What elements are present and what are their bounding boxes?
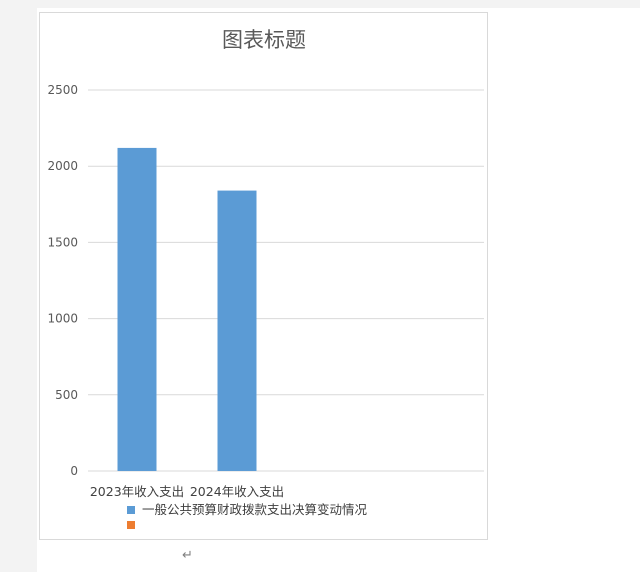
legend-swatch: [127, 521, 135, 529]
bar: [217, 190, 257, 472]
chart-frame[interactable]: 图表标题 0 500 1000 1500 2000 2500 2023年收入支出 2024年收入…: [39, 12, 488, 540]
y-tick-label: 2000: [47, 159, 78, 173]
document-page: 图表标题 0 500 1000 1500 2000 2500 2023年收入支出 2024年收入…: [37, 8, 640, 572]
x-tick-label: 2023年收入支出: [90, 484, 184, 499]
chart-title: 图表标题: [222, 28, 306, 52]
bar: [117, 147, 157, 472]
y-tick-label: 500: [55, 388, 78, 402]
legend-label: 一般公共预算财政拨款支出决算变动情况: [142, 502, 368, 517]
y-tick-label: 1000: [47, 312, 78, 326]
y-tick-label: 0: [70, 464, 78, 478]
x-tick-label: 2024年收入支出: [190, 484, 284, 499]
paragraph-mark: ↵: [182, 548, 193, 563]
y-tick-label: 2500: [47, 83, 78, 97]
legend-swatch: [127, 506, 135, 514]
y-tick-label: 1500: [47, 235, 78, 249]
bar-chart: 图表标题 0 500 1000 1500 2000 2500 2023年收入支出 2024年收入…: [47, 28, 484, 529]
